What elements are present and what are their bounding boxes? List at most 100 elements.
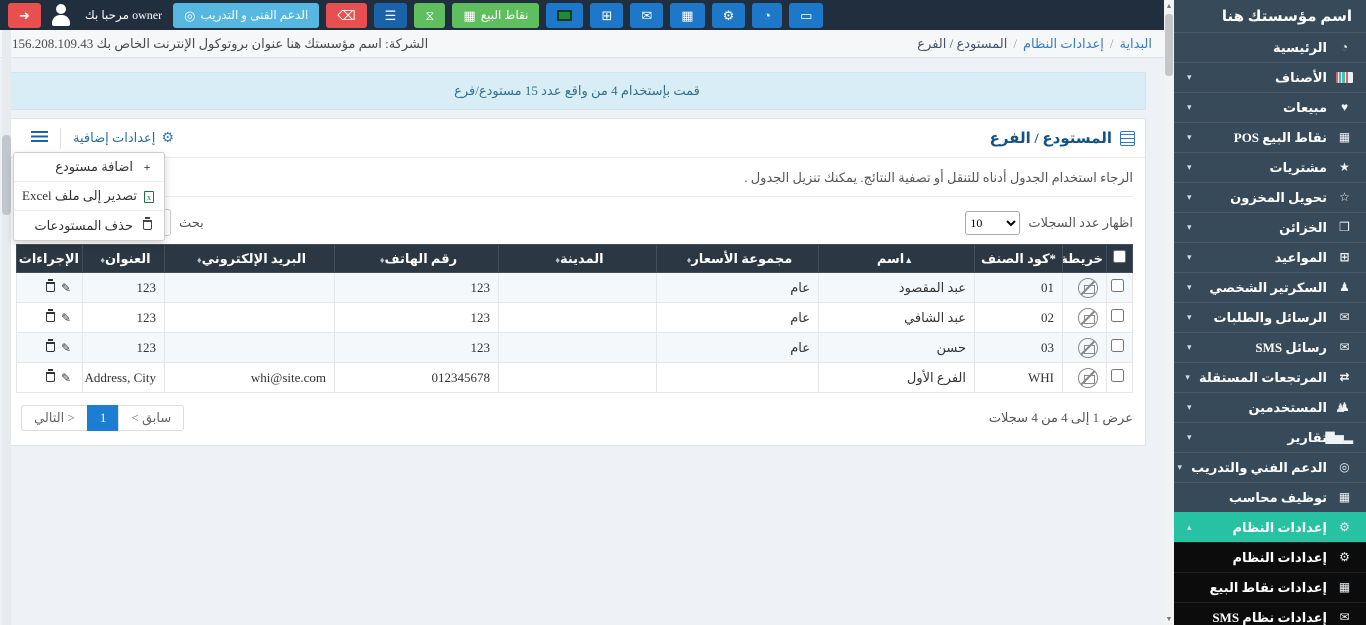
grid-icon: ▦ xyxy=(463,9,475,22)
table-row: 01عبد المقصودعام123123✎ xyxy=(17,273,1133,303)
sidebar-item[interactable]: ♥مبيعات▾ xyxy=(1174,92,1366,122)
page-length-select[interactable]: 10 xyxy=(965,211,1020,235)
sidebar-item-label: الدعم الفني والتدريب xyxy=(1191,460,1327,476)
delete-row-icon[interactable] xyxy=(46,371,55,385)
column-header-address[interactable]: العنوان♦ xyxy=(83,245,165,273)
scroll-down-icon[interactable]: ▼ xyxy=(1164,615,1174,623)
user-avatar[interactable] xyxy=(48,2,74,28)
no-map-image-icon[interactable] xyxy=(1078,308,1098,328)
sidebar-item[interactable]: ♟المستخدمين▾ xyxy=(1174,392,1366,422)
sidebar-item-label: الرئيسية xyxy=(1273,40,1327,56)
calculator-icon: ▦ xyxy=(681,9,693,22)
column-label: رقم الهاتف xyxy=(384,251,457,266)
edit-row-icon[interactable]: ✎ xyxy=(61,311,71,325)
row-select-checkbox[interactable] xyxy=(1111,309,1124,322)
monitor-icon: ▭ xyxy=(800,9,812,22)
current-page-button[interactable]: 1 xyxy=(87,405,120,431)
breadcrumb-item[interactable]: إعدادات النظام xyxy=(1023,36,1104,52)
flag-button[interactable] xyxy=(546,3,583,28)
sidebar-item[interactable]: ⊞المواعيد▾ xyxy=(1174,242,1366,272)
menu-item-label: تصدير إلى ملف Excel xyxy=(22,188,137,204)
menu-item[interactable]: x تصدير إلى ملف Excel xyxy=(14,182,164,211)
calendar-button[interactable]: ⊞ xyxy=(590,3,623,28)
sidebar-item[interactable]: ☆تحويل المخزون▾ xyxy=(1174,182,1366,212)
column-label: الإجراءات xyxy=(19,251,79,266)
select-all-checkbox[interactable] xyxy=(1113,250,1126,263)
dashboard-button[interactable]: ◔ xyxy=(752,3,782,28)
sidebar-item-label: المواعيد xyxy=(1275,250,1327,266)
no-map-image-icon[interactable] xyxy=(1078,278,1098,298)
extra-settings-button[interactable]: ⚙ إعدادات إضافية xyxy=(60,128,186,149)
table-controls: اظهار عدد السجلات 10 بحث xyxy=(21,209,1133,236)
excel-icon: x xyxy=(144,189,154,204)
sidebar-item[interactable]: الأصناف▾ xyxy=(1174,62,1366,92)
delete-row-icon[interactable] xyxy=(46,341,55,355)
pos-button[interactable]: ▦نقاط البيع xyxy=(452,3,539,28)
prev-page-button[interactable]: < سابق xyxy=(118,405,184,431)
star-icon: ★ xyxy=(1336,160,1353,175)
cogs-button[interactable]: ⚙ xyxy=(712,3,746,28)
heart-icon: ♥ xyxy=(1336,100,1353,115)
menu-item[interactable]: حذف المستودعات xyxy=(14,211,164,240)
column-label: مجموعة الأسعار xyxy=(691,251,792,266)
sidebar-scrollbar-thumb[interactable] xyxy=(1165,14,1173,76)
edit-row-icon[interactable]: ✎ xyxy=(61,281,71,295)
menu-item[interactable]: +اضافة مستودع xyxy=(14,153,164,182)
row-select-checkbox[interactable] xyxy=(1111,279,1124,292)
cell-email xyxy=(165,273,335,303)
sidebar-item[interactable]: ⚙إعدادات النظام▴ xyxy=(1174,512,1366,542)
sidebar-item-sub[interactable]: ▦إعدادات نقاط البيع xyxy=(1174,572,1366,602)
mail-button[interactable]: ✉ xyxy=(630,3,663,28)
records-info: عرض 1 إلى 4 من 4 سجلات xyxy=(989,410,1133,426)
next-page-button[interactable]: التالي > xyxy=(21,405,88,431)
sidebar-item-sub[interactable]: ✉إعدادات نظام SMS xyxy=(1174,602,1366,625)
column-header-email[interactable]: البريد الإلكتروني♦ xyxy=(165,245,335,273)
row-select-checkbox[interactable] xyxy=(1111,369,1124,382)
cell-email: whi@site.com xyxy=(165,363,335,393)
no-map-image-icon[interactable] xyxy=(1078,338,1098,358)
sidebar-item-label: نقاط البيع POS xyxy=(1234,130,1327,146)
column-header-city[interactable]: المدينة♦ xyxy=(499,245,657,273)
content-scrollbar[interactable] xyxy=(2,30,11,625)
delete-row-icon[interactable] xyxy=(46,281,55,295)
sidebar-item[interactable]: ⇄المرتجعات المستقلة▾ xyxy=(1174,362,1366,392)
list-button[interactable]: ☰ xyxy=(374,3,408,28)
breadcrumb-item[interactable]: البداية xyxy=(1119,36,1152,52)
sidebar-item[interactable]: ★مشتريات▾ xyxy=(1174,152,1366,182)
scroll-up-icon[interactable]: ▲ xyxy=(1164,2,1174,10)
support-button[interactable]: ◎الدعم الفنى و التدريب xyxy=(173,3,319,28)
hourglass-button[interactable]: ⧖ xyxy=(414,3,445,28)
sidebar-item[interactable]: ◔الرئيسية xyxy=(1174,32,1366,62)
cell-phone: 123 xyxy=(335,303,499,333)
logout-button[interactable]: ➜ xyxy=(8,3,41,28)
monitor-button[interactable]: ▭ xyxy=(789,3,823,28)
settings-dropdown-menu: +اضافة مستودع x تصدير إلى ملف Excel حذف الم… xyxy=(13,152,165,241)
sidebar-scrollbar[interactable]: ▲ ▼ xyxy=(1164,0,1174,625)
sidebar-item[interactable]: ✉الرسائل والطلبات▾ xyxy=(1174,302,1366,332)
sidebar-item-sub[interactable]: ⚙إعدادات النظام xyxy=(1174,542,1366,572)
edit-row-icon[interactable]: ✎ xyxy=(61,341,71,355)
sidebar-item[interactable]: ♟السكرتير الشخصي▾ xyxy=(1174,272,1366,302)
column-header-phone[interactable]: رقم الهاتف♦ xyxy=(335,245,499,273)
sidebar-item[interactable]: ▦نقاط البيع POS▾ xyxy=(1174,122,1366,152)
sidebar-item-label: الأصناف xyxy=(1275,70,1327,86)
sidebar-item[interactable]: ▂▅▇تقارير▾ xyxy=(1174,422,1366,452)
column-toggle-button[interactable] xyxy=(19,125,60,151)
column-header-group[interactable]: مجموعة الأسعار♦ xyxy=(657,245,819,273)
sidebar-item[interactable]: ▦توظيف محاسب xyxy=(1174,482,1366,512)
eraser-button[interactable]: ⌫ xyxy=(326,3,366,28)
sidebar-item[interactable]: ✉رسائل SMS▾ xyxy=(1174,332,1366,362)
breadcrumb-item: المستودع / الفرع xyxy=(917,36,1007,52)
calculator-button[interactable]: ▦ xyxy=(670,3,704,28)
envelope-icon: ✉ xyxy=(1336,340,1353,355)
sidebar-item[interactable]: ❒الخزائن▾ xyxy=(1174,212,1366,242)
row-select-checkbox[interactable] xyxy=(1111,339,1124,352)
no-map-image-icon[interactable] xyxy=(1078,368,1098,388)
content-scrollbar-thumb[interactable] xyxy=(2,135,11,215)
sidebar-item[interactable]: ◎الدعم الفني والتدريب▾ xyxy=(1174,452,1366,482)
sidebar-item-label: الرسائل والطلبات xyxy=(1214,310,1327,326)
delete-row-icon[interactable] xyxy=(46,311,55,325)
edit-row-icon[interactable]: ✎ xyxy=(61,371,71,385)
support-button-label: الدعم الفنى و التدريب xyxy=(200,8,308,23)
column-header-name[interactable]: ▲اسم xyxy=(819,245,975,273)
